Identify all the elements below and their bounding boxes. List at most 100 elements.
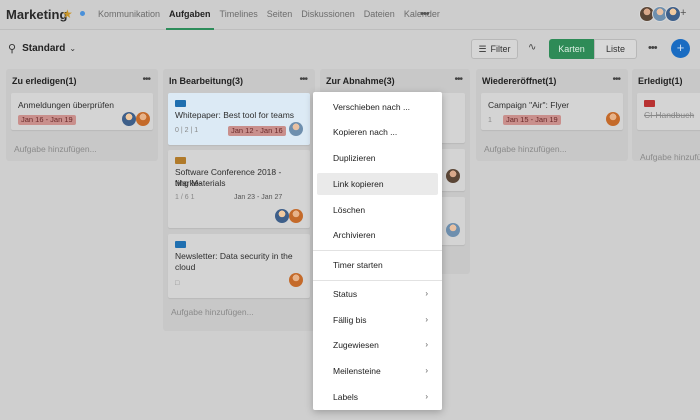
menu-item-label: Meilensteine: [333, 366, 381, 376]
menu-item-zugewiesen[interactable]: Zugewiesen ›: [317, 334, 438, 356]
task-card[interactable]: Campaign "Air": Flyer 1 Jan 15 - Jan 19: [481, 93, 623, 130]
chevron-right-icon: ›: [425, 289, 428, 298]
task-card[interactable]: CI-Handbuch: [637, 93, 700, 130]
filter-button[interactable]: ☰ Filter: [471, 39, 518, 59]
menu-item-label: Labels: [333, 392, 359, 402]
column-title: In Bearbeitung(3): [169, 76, 244, 86]
avatar[interactable]: [446, 223, 460, 237]
menu-divider: [313, 280, 442, 281]
view-label: Standard: [22, 43, 66, 54]
avatar[interactable]: [606, 112, 620, 126]
menu-item-label: Status: [333, 289, 358, 299]
card-meta: 1: [488, 117, 492, 124]
comment-icon: □: [175, 280, 180, 287]
project-title[interactable]: Marketing: [6, 7, 67, 22]
add-member-button[interactable]: +: [680, 7, 686, 19]
more-tabs-icon[interactable]: •••: [420, 8, 430, 20]
menu-item-status[interactable]: Status ›: [317, 283, 438, 305]
avatar[interactable]: [275, 209, 289, 223]
tab-diskussionen[interactable]: Diskussionen: [298, 0, 358, 30]
card-title: Whitepaper: Best tool for teams: [175, 110, 295, 120]
menu-item-label: Zugewiesen: [333, 340, 379, 350]
tab-kommunikation[interactable]: Kommunikation: [95, 0, 163, 30]
view-selector[interactable]: ⚲ Standard ⌄: [8, 42, 76, 55]
date-badge: Jan 15 - Jan 19: [503, 115, 561, 125]
add-task-link[interactable]: Aufgabe hinzufügen...: [484, 144, 567, 154]
column-in-bearbeitung: In Bearbeitung(3) ••• Whitepaper: Best t…: [163, 69, 315, 331]
avatar[interactable]: [136, 112, 150, 126]
menu-item-link-kopieren[interactable]: Link kopieren: [317, 173, 438, 195]
add-task-button[interactable]: +: [671, 39, 690, 58]
menu-item-kopieren[interactable]: Kopieren nach ...: [317, 121, 438, 143]
menu-item-label: Fällig bis: [333, 315, 367, 325]
more-options-icon[interactable]: •••: [648, 42, 658, 54]
avatar[interactable]: [446, 169, 460, 183]
label-tag: [175, 157, 186, 164]
column-more-icon[interactable]: •••: [454, 74, 462, 85]
star-icon[interactable]: ★: [62, 7, 73, 21]
column-erledigt: Erledigt(1) CI-Handbuch Aufgabe hinzufüg…: [632, 69, 700, 162]
menu-item-meilensteine[interactable]: Meilensteine ›: [317, 360, 438, 382]
menu-item-duplizieren[interactable]: Duplizieren: [317, 147, 438, 169]
add-task-link[interactable]: Aufgabe hinzufügen...: [14, 144, 97, 154]
add-task-link[interactable]: Aufgabe hinzufügen...: [171, 307, 254, 317]
card-title-line-1: Newsletter: Data security in the: [175, 251, 293, 261]
label-tag: [175, 100, 186, 107]
activity-icon[interactable]: ∿: [528, 42, 536, 53]
menu-item-archivieren[interactable]: Archivieren: [317, 224, 438, 246]
card-meta: 0 | 2 | 1: [175, 127, 199, 134]
member-avatars[interactable]: [639, 6, 681, 22]
column-wiedereroeffnet: Wiedereröffnet(1) ••• Campaign "Air": Fl…: [476, 69, 628, 161]
date-badge: Jan 12 - Jan 16: [228, 126, 286, 136]
cards-view-button[interactable]: Karten: [549, 39, 594, 59]
avatar[interactable]: [289, 122, 303, 136]
card-title-line-2: ting Materials: [175, 178, 226, 188]
menu-item-labels[interactable]: Labels ›: [317, 386, 438, 408]
card-title-line-2: cloud: [175, 262, 196, 272]
column-title: Wiedereröffnet(1): [482, 76, 557, 86]
card-meta: 1 / 6 1: [175, 194, 195, 201]
column-more-icon[interactable]: •••: [142, 74, 150, 85]
task-card[interactable]: Anmeldungen überprüfen Jan 16 - Jan 19: [11, 93, 153, 130]
menu-item-loeschen[interactable]: Löschen: [317, 199, 438, 221]
menu-divider: [313, 250, 442, 251]
tab-timelines[interactable]: Timelines: [217, 0, 261, 30]
column-zu-erledigen: Zu erledigen(1) ••• Anmeldungen überprüf…: [6, 69, 158, 161]
menu-item-faellig-bis[interactable]: Fällig bis ›: [317, 309, 438, 331]
avatar[interactable]: [289, 273, 303, 287]
tab-seiten[interactable]: Seiten: [264, 0, 296, 30]
list-view-button[interactable]: Liste: [594, 39, 637, 59]
project-tabs: Kommunikation Aufgaben Timelines Seiten …: [95, 0, 446, 30]
add-task-link[interactable]: Aufgabe hinzufüge: [640, 152, 700, 162]
task-card[interactable]: Software Conference 2018 - Marke- ting M…: [168, 150, 310, 228]
chevron-right-icon: ›: [425, 392, 428, 401]
label-tag: [175, 241, 186, 248]
chevron-right-icon: ›: [425, 315, 428, 324]
column-title: Zu erledigen(1): [12, 76, 77, 86]
avatar[interactable]: [665, 6, 681, 22]
chevron-right-icon: ›: [425, 340, 428, 349]
column-more-icon[interactable]: •••: [612, 74, 620, 85]
menu-item-verschieben[interactable]: Verschieben nach ...: [317, 96, 438, 118]
card-title: Campaign "Air": Flyer: [488, 100, 570, 110]
status-dot-icon: [80, 11, 85, 16]
card-date: Jan 23 - Jan 27: [234, 194, 283, 201]
filter-label: Filter: [490, 44, 511, 54]
chevron-down-icon: ⌄: [69, 44, 77, 53]
chevron-right-icon: ›: [425, 366, 428, 375]
search-icon[interactable]: ⚲: [8, 42, 16, 55]
menu-item-timer-starten[interactable]: Timer starten: [317, 254, 438, 276]
card-title: Anmeldungen überprüfen: [18, 100, 114, 110]
card-context-menu: Verschieben nach ... Kopieren nach ... D…: [313, 92, 442, 410]
tab-dateien[interactable]: Dateien: [361, 0, 398, 30]
avatar[interactable]: [122, 112, 136, 126]
avatar[interactable]: [289, 209, 303, 223]
task-card[interactable]: Newsletter: Data security in the cloud □: [168, 234, 310, 298]
column-more-icon[interactable]: •••: [299, 74, 307, 85]
task-card[interactable]: Whitepaper: Best tool for teams 0 | 2 | …: [168, 93, 310, 145]
card-title: CI-Handbuch: [644, 110, 695, 120]
column-title: Zur Abnahme(3): [326, 76, 395, 86]
column-title: Erledigt(1): [638, 76, 683, 86]
label-tag: [644, 100, 655, 107]
tab-aufgaben[interactable]: Aufgaben: [166, 0, 214, 30]
